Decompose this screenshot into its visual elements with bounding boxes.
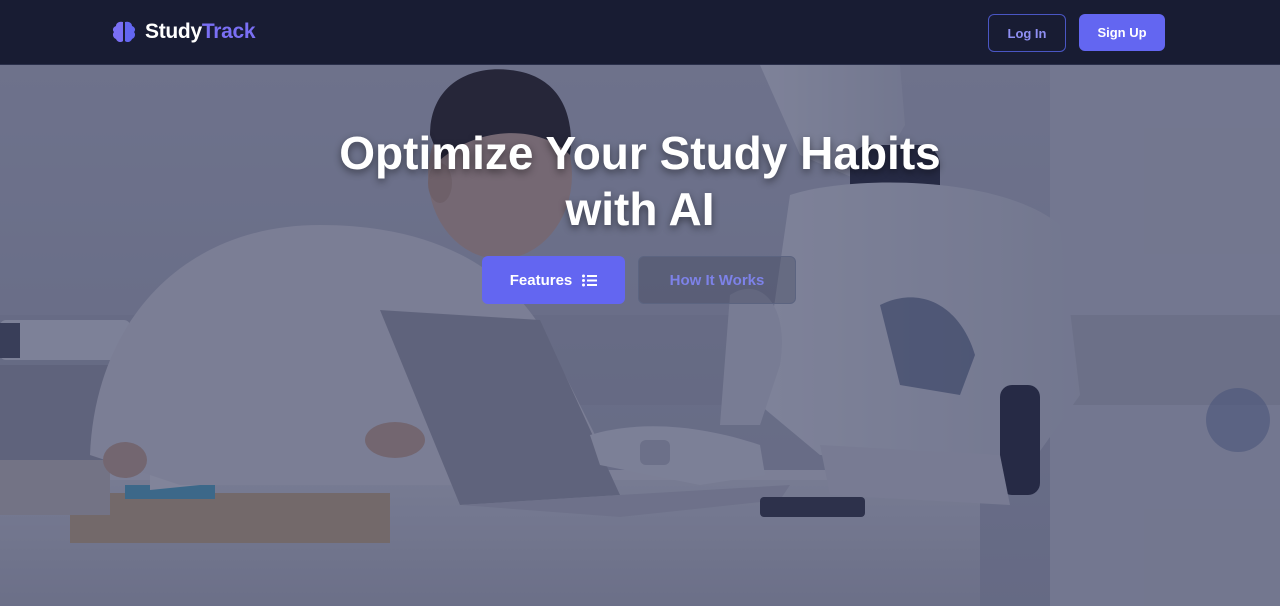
brain-icon (112, 21, 136, 43)
features-button-label: Features (509, 271, 573, 289)
login-button[interactable]: Log In (988, 14, 1066, 52)
brand-logo[interactable]: StudyTrack (111, 19, 256, 45)
features-button[interactable]: Features (482, 256, 625, 304)
how-it-works-button[interactable]: How It Works (638, 256, 796, 304)
hero-section: Optimize Your Study Habits with AI Featu… (0, 65, 1280, 606)
brand-name-part2: Track (201, 20, 256, 43)
signup-button[interactable]: Sign Up (1079, 14, 1165, 51)
hero-title-line2: with AI (565, 183, 715, 235)
brand-name-part1: Study (145, 20, 202, 43)
hero-title: Optimize Your Study Habits with AI (0, 125, 1280, 237)
list-icon (582, 274, 598, 286)
brand-name: StudyTrack (145, 20, 256, 44)
hero-title-line1: Optimize Your Study Habits (339, 127, 941, 179)
top-navbar: StudyTrack Log In Sign Up (0, 0, 1280, 65)
